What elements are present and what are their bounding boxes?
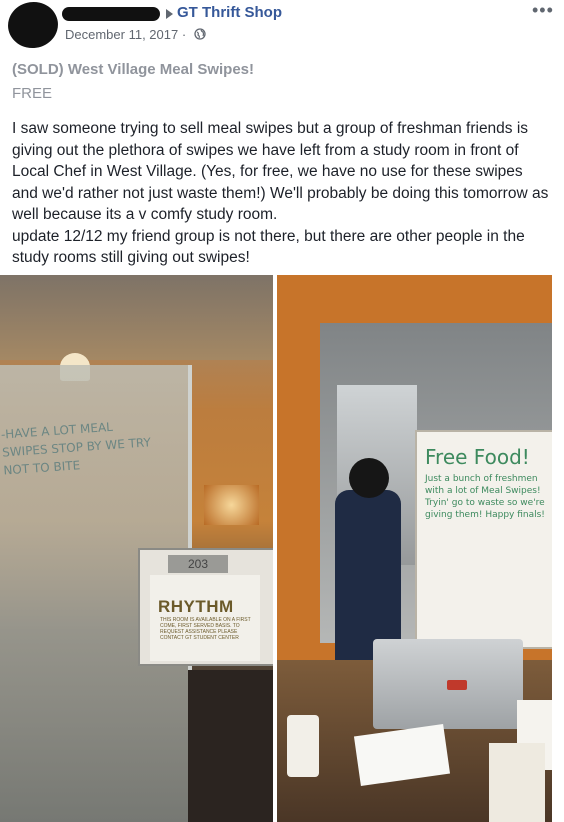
whiteboard-title: Free Food! — [425, 445, 530, 469]
person-head — [349, 458, 389, 498]
more-options-button[interactable]: ••• — [532, 0, 554, 21]
post-body: I saw someone trying to sell meal swipes… — [12, 118, 552, 269]
post-paragraph: I saw someone trying to sell meal swipes… — [12, 120, 549, 223]
room-name: RHYTHM — [158, 597, 234, 616]
whiteboard-writing: -HAVE A LOT MEAL SWIPES STOP BY WE TRY N… — [0, 419, 152, 478]
whiteboard-writing: Free Food! Just a bunch of freshmen with… — [425, 445, 545, 521]
listing-title: (SOLD) West Village Meal Swipes! — [12, 61, 255, 78]
globe-icon — [194, 28, 206, 40]
post-paragraph: update 12/12 my friend group is not ther… — [12, 227, 525, 267]
avatar[interactable] — [5, 0, 61, 52]
ceiling — [0, 275, 273, 360]
laptop-logo — [447, 680, 467, 690]
hallway-shadow — [188, 670, 273, 822]
drink-cup — [489, 743, 545, 822]
post-date[interactable]: December 11, 2017 · — [65, 27, 186, 42]
redacted-author-name — [62, 7, 160, 21]
room-number: 203 — [168, 555, 228, 573]
coffee-cup — [287, 715, 319, 777]
caret-right-icon — [166, 9, 173, 19]
wall-lamp — [204, 485, 259, 525]
photo-study-room-door[interactable]: -HAVE A LOT MEAL SWIPES STOP BY WE TRY N… — [0, 275, 273, 822]
whiteboard-message: Just a bunch of freshmen with a lot of M… — [425, 474, 545, 520]
room-sign-fine-print: THIS ROOM IS AVAILABLE ON A FIRST COME, … — [160, 617, 251, 641]
group-name-link[interactable]: GT Thrift Shop — [177, 4, 282, 21]
photo-study-room-inside[interactable]: Free Food! Just a bunch of freshmen with… — [277, 275, 552, 822]
listing-price: FREE — [12, 85, 53, 102]
